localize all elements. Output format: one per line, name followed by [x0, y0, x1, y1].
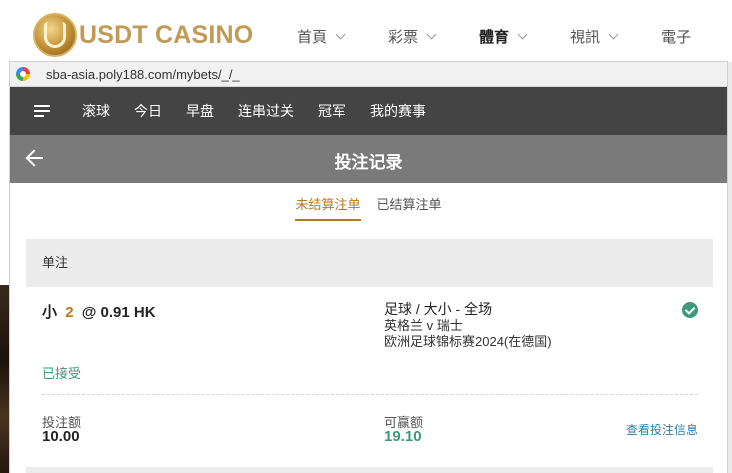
bet-tabs: 未结算注单 已结算注单 — [10, 183, 727, 225]
site-logo[interactable]: USDT CASINO — [33, 13, 253, 57]
chevron-down-icon — [335, 29, 346, 40]
popup-window: sba-asia.poly188.com/mybets/_/_ 滚球 今日 早盘… — [10, 62, 727, 473]
bet-league: 欧洲足球锦标赛2024(在德国) — [384, 334, 552, 349]
site-nav-label: 體育 — [479, 29, 510, 46]
view-bet-details-link[interactable]: 查看投注信息 — [626, 421, 698, 438]
nav-early[interactable]: 早盘 — [186, 101, 214, 121]
bet-card: 小 2 @ 0.91 HK 足球 / 大小 - 全场 英格兰 v 瑞士 欧洲足球… — [26, 287, 713, 473]
sports-nav: 滚球 今日 早盘 连串过关 冠军 我的赛事 — [10, 87, 727, 135]
nav-my-events[interactable]: 我的赛事 — [370, 101, 426, 121]
tab-settled[interactable]: 已结算注单 — [377, 183, 442, 221]
site-nav-lottery[interactable]: 彩票 — [388, 26, 437, 47]
site-nav-label: 彩票 — [388, 29, 419, 46]
title-bar: 投注记录 — [10, 135, 727, 183]
event-info: 足球 / 大小 - 全场 英格兰 v 瑞士 欧洲足球锦标赛2024(在德国) — [384, 301, 552, 350]
site-nav-label: 視訊 — [570, 29, 601, 46]
logo-badge-icon — [33, 13, 77, 57]
stake-value: 10.00 — [42, 428, 80, 445]
nav-live[interactable]: 滚球 — [82, 101, 110, 121]
bet-status: 已接受 — [42, 366, 82, 381]
bet-at: @ — [81, 304, 97, 321]
nav-parlay[interactable]: 连串过关 — [238, 101, 294, 121]
bet-selection: 小 2 @ 0.91 HK — [42, 301, 156, 322]
divider — [42, 394, 698, 395]
site-nav-label: 首頁 — [297, 29, 328, 46]
page-title: 投注记录 — [334, 153, 403, 172]
background-edge — [727, 62, 732, 473]
browser-icon — [16, 67, 30, 81]
menu-icon[interactable] — [34, 102, 50, 120]
nav-outright[interactable]: 冠军 — [318, 101, 346, 121]
section-heading: 单注 — [26, 239, 713, 287]
chevron-down-icon — [517, 29, 528, 40]
bet-odds: 0.91 HK — [100, 304, 156, 321]
check-circle-icon — [682, 302, 698, 318]
chevron-down-icon — [608, 29, 619, 40]
address-bar: sba-asia.poly188.com/mybets/_/_ — [10, 62, 727, 87]
bet-market: 足球 / 大小 - 全场 — [384, 301, 493, 317]
site-nav: 首頁 彩票 體育 視訊 電子 — [297, 26, 732, 47]
site-nav-slots[interactable]: 電子 — [661, 26, 691, 47]
logo-text: USDT CASINO — [79, 20, 254, 49]
site-nav-label: 電子 — [661, 29, 692, 46]
chevron-down-icon — [426, 29, 437, 40]
url-text[interactable]: sba-asia.poly188.com/mybets/_/_ — [46, 67, 240, 82]
tab-unsettled[interactable]: 未结算注单 — [295, 183, 361, 221]
next-card-edge — [26, 467, 713, 473]
bet-pick: 小 — [42, 304, 58, 321]
site-header: USDT CASINO 首頁 彩票 體育 視訊 電子 — [0, 0, 732, 62]
win-value: 19.10 — [384, 428, 422, 445]
site-nav-home[interactable]: 首頁 — [297, 26, 346, 47]
bet-match: 英格兰 v 瑞士 — [384, 318, 463, 333]
bet-line: 2 — [65, 304, 74, 321]
screen: USDT CASINO 首頁 彩票 體育 視訊 電子 sba-asia.poly… — [0, 0, 732, 473]
nav-today[interactable]: 今日 — [134, 101, 162, 121]
site-nav-sports[interactable]: 體育 — [479, 26, 528, 47]
site-nav-live[interactable]: 視訊 — [570, 26, 619, 47]
